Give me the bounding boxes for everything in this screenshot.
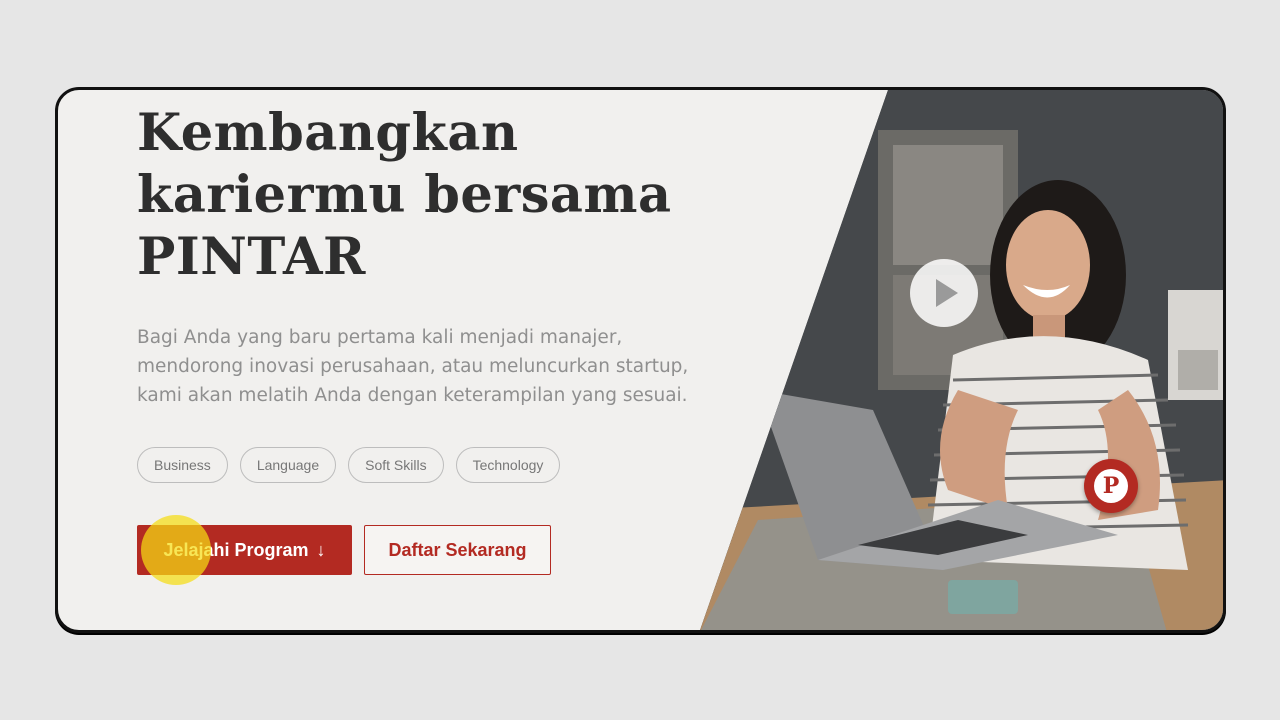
- hero-title: Kembangkan kariermu bersama PINTAR: [137, 102, 672, 288]
- hero-description: Bagi Anda yang baru pertama kali menjadi…: [137, 323, 737, 410]
- tag-soft-skills[interactable]: Soft Skills: [348, 447, 444, 483]
- hero-title-line: kariermu bersama: [137, 165, 672, 225]
- arrow-down-icon: ↓: [316, 539, 326, 560]
- play-video-button[interactable]: [910, 259, 978, 327]
- brand-logo-icon: P: [1094, 469, 1128, 503]
- hero-title-line: Kembangkan: [137, 103, 519, 163]
- tag-technology[interactable]: Technology: [455, 447, 561, 483]
- explore-program-label: Jelajahi Program: [163, 539, 309, 560]
- play-icon: [936, 279, 958, 307]
- hero-title-line: PINTAR: [137, 227, 366, 287]
- register-now-button[interactable]: Daftar Sekarang: [364, 525, 551, 575]
- hero-buttons: Jelajahi Program ↓ Daftar Sekarang: [137, 525, 551, 575]
- hero-description-line: mendorong inovasi perusahaan, atau melun…: [137, 356, 689, 377]
- explore-program-button[interactable]: Jelajahi Program ↓: [137, 525, 352, 575]
- category-tags: Business Language Soft Skills Technology: [137, 447, 561, 483]
- hero-description-line: kami akan melatih Anda dengan keterampil…: [137, 385, 688, 406]
- brand-logo-button[interactable]: P: [1084, 459, 1138, 513]
- hero-description-line: Bagi Anda yang baru pertama kali menjadi…: [137, 327, 623, 348]
- browser-frame: Kembangkan kariermu bersama PINTAR Bagi …: [55, 87, 1226, 633]
- tag-language[interactable]: Language: [239, 447, 337, 483]
- tag-business[interactable]: Business: [137, 447, 228, 483]
